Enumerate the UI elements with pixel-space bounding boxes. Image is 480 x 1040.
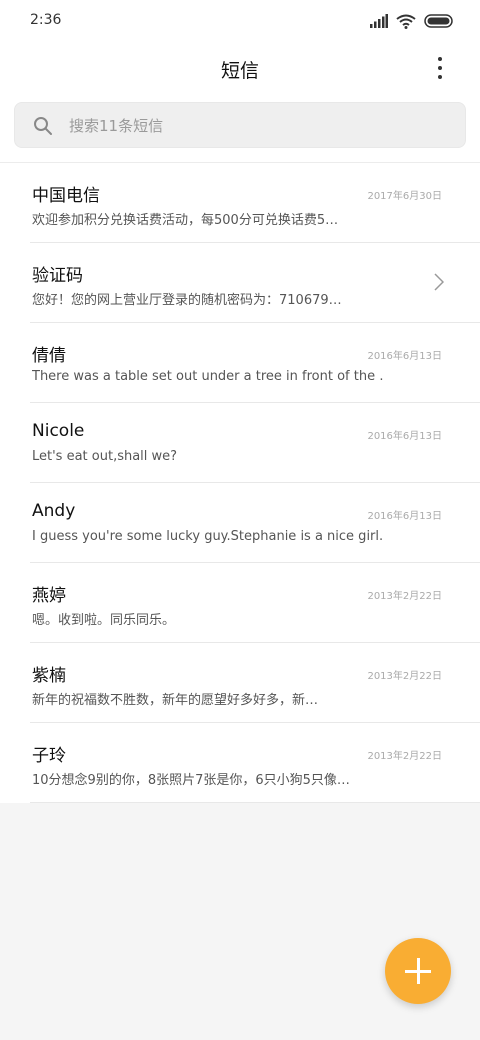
message-preview: Let's eat out,shall we? xyxy=(32,449,178,464)
compose-button[interactable] xyxy=(385,938,451,1004)
message-item[interactable]: Andy 2016年6月13日 I guess you're some luck… xyxy=(30,483,480,563)
status-bar: 2:36 xyxy=(0,0,480,40)
message-preview: 您好！您的网上营业厅登录的随机密码为：710679… xyxy=(32,293,342,308)
message-item[interactable]: 子玲 2013年2月22日 10分想念9别的你，8张照片7张是你，6只小狗5只像… xyxy=(30,723,480,803)
sender-name: 燕婷 xyxy=(32,586,66,606)
message-date: 2017年6月30日 xyxy=(367,191,442,202)
message-item[interactable]: 验证码 您好！您的网上营业厅登录的随机密码为：710679… xyxy=(30,243,480,323)
message-date: 2013年2月22日 xyxy=(367,671,442,682)
sender-name: 子玲 xyxy=(32,746,66,766)
message-item[interactable]: 倩倩 2016年6月13日 There was a table set out … xyxy=(30,323,480,403)
message-date: 2016年6月13日 xyxy=(367,511,442,522)
message-preview: 嗯。收到啦。同乐同乐。 xyxy=(32,613,176,628)
more-options-button[interactable] xyxy=(428,54,452,82)
status-time: 2:36 xyxy=(30,12,62,28)
message-item[interactable]: 中国电信 2017年6月30日 欢迎参加积分兑换话费活动，每500分可兑换话费5… xyxy=(30,163,480,243)
search-input[interactable] xyxy=(69,103,449,149)
more-vertical-icon xyxy=(438,57,442,61)
status-icons xyxy=(370,12,454,30)
search-box[interactable] xyxy=(14,102,466,149)
sender-name: Andy xyxy=(32,501,76,521)
sender-name: Nicole xyxy=(32,421,85,441)
sender-name: 中国电信 xyxy=(32,186,100,206)
chevron-right-icon xyxy=(434,273,444,291)
message-date: 2013年2月22日 xyxy=(367,751,442,762)
message-date: 2016年6月13日 xyxy=(367,431,442,442)
message-preview: There was a table set out under a tree i… xyxy=(32,369,384,384)
signal-icon xyxy=(370,14,388,28)
sender-name: 倩倩 xyxy=(32,346,66,366)
title-bar: 短信 xyxy=(0,44,480,92)
page-title: 短信 xyxy=(220,60,259,82)
message-preview: 新年的祝福数不胜数，新年的愿望好多好多，新… xyxy=(32,693,319,708)
message-item[interactable]: 燕婷 2013年2月22日 嗯。收到啦。同乐同乐。 xyxy=(30,563,480,643)
wifi-icon xyxy=(396,14,416,29)
battery-icon xyxy=(424,14,453,28)
message-date: 2016年6月13日 xyxy=(367,351,442,362)
sender-name: 紫楠 xyxy=(32,666,66,686)
sender-name: 验证码 xyxy=(32,266,83,286)
message-preview: 欢迎参加积分兑换话费活动，每500分可兑换话费5… xyxy=(32,213,339,228)
message-item[interactable]: 紫楠 2013年2月22日 新年的祝福数不胜数，新年的愿望好多好多，新… xyxy=(30,643,480,723)
message-item[interactable]: Nicole 2016年6月13日 Let's eat out,shall we… xyxy=(30,403,480,483)
message-list: 中国电信 2017年6月30日 欢迎参加积分兑换话费活动，每500分可兑换话费5… xyxy=(0,162,480,803)
message-preview: 10分想念9别的你，8张照片7张是你，6只小狗5只像… xyxy=(32,773,350,788)
message-date: 2013年2月22日 xyxy=(367,591,442,602)
top-area: 2:36 短信 xyxy=(0,0,480,162)
message-preview: I guess you're some lucky guy.Stephanie … xyxy=(32,529,384,544)
search-icon xyxy=(34,117,52,135)
